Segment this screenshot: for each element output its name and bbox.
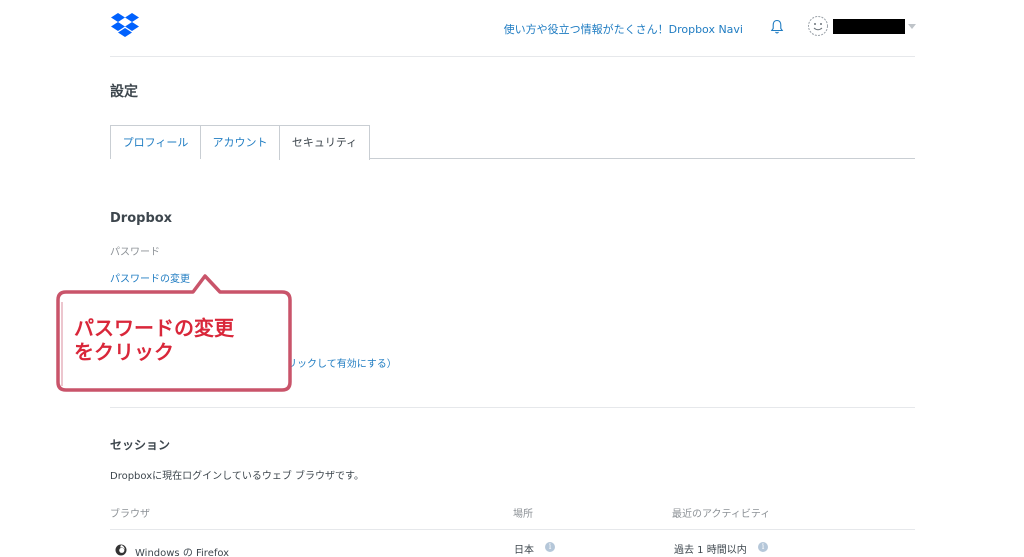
column-header-activity: 最近のアクティビティ <box>672 509 771 520</box>
tab-security[interactable]: セキュリティ <box>279 125 370 160</box>
info-icon[interactable]: i <box>545 542 555 552</box>
callout-line-1: パスワードの変更 <box>74 316 234 340</box>
column-header-location: 場所 <box>513 509 533 520</box>
avatar-icon[interactable] <box>807 15 829 37</box>
callout-text: パスワードの変更 をクリック <box>74 316 234 364</box>
section-divider <box>110 407 915 408</box>
sessions-title: セッション <box>110 438 171 452</box>
change-password-link[interactable]: パスワードの変更 <box>110 270 190 285</box>
session-browser: Windows の Firefox <box>135 548 230 557</box>
table-header-divider <box>110 529 915 530</box>
top-header: 使い方や役立つ情報がたくさん！Dropbox Navi <box>110 0 916 57</box>
dropbox-logo-icon[interactable] <box>110 12 140 40</box>
settings-tabs: プロフィール アカウント セキュリティ <box>110 125 915 160</box>
chevron-down-icon[interactable] <box>908 24 916 29</box>
username-redacted[interactable] <box>833 19 905 34</box>
password-label: パスワード <box>110 247 160 258</box>
tab-account[interactable]: アカウント <box>200 125 280 159</box>
session-activity: 過去 1 時間以内 <box>674 545 747 556</box>
callout-line-2: をクリック <box>74 340 174 364</box>
dropbox-navi-link[interactable]: 使い方や役立つ情報がたくさん！Dropbox Navi <box>504 21 743 37</box>
bell-icon[interactable] <box>770 19 784 35</box>
two-step-verification-link[interactable]: リックして有効にする） <box>287 355 397 370</box>
table-row: Windows の Firefox 日本 i 過去 1 時間以内 i <box>0 537 1024 557</box>
session-location: 日本 <box>514 545 534 556</box>
firefox-icon <box>115 544 127 556</box>
tab-profile[interactable]: プロフィール <box>110 125 201 159</box>
sessions-description: Dropboxに現在ログインしているウェブ ブラウザです。 <box>110 471 365 482</box>
page-title: 設定 <box>110 84 138 100</box>
column-header-browser: ブラウザ <box>110 509 150 520</box>
info-icon[interactable]: i <box>758 542 768 552</box>
dropbox-section-title: Dropbox <box>110 211 173 226</box>
